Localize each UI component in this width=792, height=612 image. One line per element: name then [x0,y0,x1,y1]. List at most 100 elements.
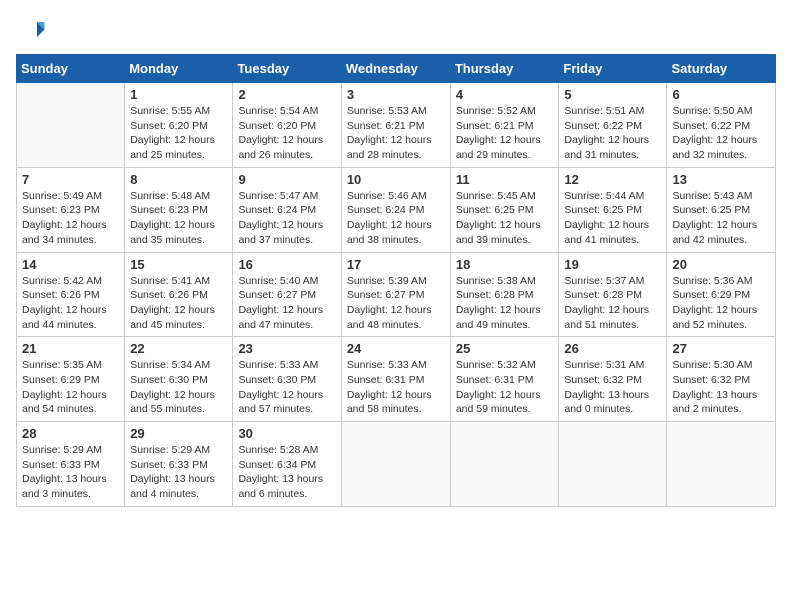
day-info: Sunrise: 5:30 AM Sunset: 6:32 PM Dayligh… [672,358,770,417]
header-sunday: Sunday [17,55,125,83]
day-info: Sunrise: 5:53 AM Sunset: 6:21 PM Dayligh… [347,104,445,163]
day-info: Sunrise: 5:41 AM Sunset: 6:26 PM Dayligh… [130,274,227,333]
calendar-cell: 21 Sunrise: 5:35 AM Sunset: 6:29 PM Dayli… [17,337,125,422]
header-wednesday: Wednesday [341,55,450,83]
day-number: 26 [564,341,661,356]
day-info: Sunrise: 5:31 AM Sunset: 6:32 PM Dayligh… [564,358,661,417]
calendar-cell: 8 Sunrise: 5:48 AM Sunset: 6:23 PM Daylig… [125,167,233,252]
day-info: Sunrise: 5:39 AM Sunset: 6:27 PM Dayligh… [347,274,445,333]
day-number: 29 [130,426,227,441]
day-info: Sunrise: 5:50 AM Sunset: 6:22 PM Dayligh… [672,104,770,163]
day-info: Sunrise: 5:28 AM Sunset: 6:34 PM Dayligh… [238,443,335,502]
week-row-3: 21 Sunrise: 5:35 AM Sunset: 6:29 PM Dayli… [17,337,776,422]
day-info: Sunrise: 5:40 AM Sunset: 6:27 PM Dayligh… [238,274,335,333]
day-info: Sunrise: 5:52 AM Sunset: 6:21 PM Dayligh… [456,104,554,163]
calendar-cell: 20 Sunrise: 5:36 AM Sunset: 6:29 PM Dayli… [667,252,776,337]
calendar-cell: 9Sunrise: 5:47 AM Sunset: 6:24 PM Daylig… [233,167,341,252]
calendar-cell: 10 Sunrise: 5:46 AM Sunset: 6:24 PM Dayli… [341,167,450,252]
day-info: Sunrise: 5:38 AM Sunset: 6:28 PM Dayligh… [456,274,554,333]
header-friday: Friday [559,55,667,83]
day-info: Sunrise: 5:49 AM Sunset: 6:23 PM Dayligh… [22,189,119,248]
day-number: 23 [238,341,335,356]
calendar-cell: 3Sunrise: 5:53 AM Sunset: 6:21 PM Daylig… [341,83,450,168]
day-info: Sunrise: 5:51 AM Sunset: 6:22 PM Dayligh… [564,104,661,163]
calendar-cell: 19 Sunrise: 5:37 AM Sunset: 6:28 PM Dayli… [559,252,667,337]
calendar-cell: 26 Sunrise: 5:31 AM Sunset: 6:32 PM Dayli… [559,337,667,422]
calendar-cell: 30 Sunrise: 5:28 AM Sunset: 6:34 PM Dayli… [233,422,341,507]
calendar-cell: 4 Sunrise: 5:52 AM Sunset: 6:21 PM Daylig… [450,83,559,168]
day-info: Sunrise: 5:46 AM Sunset: 6:24 PM Dayligh… [347,189,445,248]
day-info: Sunrise: 5:36 AM Sunset: 6:29 PM Dayligh… [672,274,770,333]
day-info: Sunrise: 5:29 AM Sunset: 6:33 PM Dayligh… [130,443,227,502]
day-number: 13 [672,172,770,187]
calendar-cell: 29 Sunrise: 5:29 AM Sunset: 6:33 PM Dayli… [125,422,233,507]
day-number: 7 [22,172,119,187]
calendar-cell: 11 Sunrise: 5:45 AM Sunset: 6:25 PM Dayli… [450,167,559,252]
day-info: Sunrise: 5:33 AM Sunset: 6:31 PM Dayligh… [347,358,445,417]
calendar-cell: 15Sunrise: 5:41 AM Sunset: 6:26 PM Dayli… [125,252,233,337]
day-number: 8 [130,172,227,187]
calendar-cell: 23 Sunrise: 5:33 AM Sunset: 6:30 PM Dayli… [233,337,341,422]
header-tuesday: Tuesday [233,55,341,83]
calendar-cell: 6Sunrise: 5:50 AM Sunset: 6:22 PM Daylig… [667,83,776,168]
day-info: Sunrise: 5:44 AM Sunset: 6:25 PM Dayligh… [564,189,661,248]
week-row-2: 14 Sunrise: 5:42 AM Sunset: 6:26 PM Dayli… [17,252,776,337]
calendar-cell [559,422,667,507]
day-number: 21 [22,341,119,356]
calendar-cell: 18 Sunrise: 5:38 AM Sunset: 6:28 PM Dayli… [450,252,559,337]
day-info: Sunrise: 5:55 AM Sunset: 6:20 PM Dayligh… [130,104,227,163]
week-row-1: 7 Sunrise: 5:49 AM Sunset: 6:23 PM Daylig… [17,167,776,252]
day-number: 17 [347,257,445,272]
day-info: Sunrise: 5:35 AM Sunset: 6:29 PM Dayligh… [22,358,119,417]
day-number: 11 [456,172,554,187]
calendar-cell [17,83,125,168]
header-monday: Monday [125,55,233,83]
day-info: Sunrise: 5:42 AM Sunset: 6:26 PM Dayligh… [22,274,119,333]
calendar-cell: 16Sunrise: 5:40 AM Sunset: 6:27 PM Dayli… [233,252,341,337]
calendar-cell: 5Sunrise: 5:51 AM Sunset: 6:22 PM Daylig… [559,83,667,168]
calendar-cell: 17 Sunrise: 5:39 AM Sunset: 6:27 PM Dayli… [341,252,450,337]
logo-icon [16,16,46,46]
page-header [16,16,776,46]
week-row-0: 1 Sunrise: 5:55 AM Sunset: 6:20 PM Daylig… [17,83,776,168]
day-info: Sunrise: 5:29 AM Sunset: 6:33 PM Dayligh… [22,443,119,502]
day-number: 20 [672,257,770,272]
day-number: 19 [564,257,661,272]
day-number: 30 [238,426,335,441]
calendar-cell: 2 Sunrise: 5:54 AM Sunset: 6:20 PM Daylig… [233,83,341,168]
calendar-cell: 27Sunrise: 5:30 AM Sunset: 6:32 PM Dayli… [667,337,776,422]
day-number: 1 [130,87,227,102]
day-info: Sunrise: 5:33 AM Sunset: 6:30 PM Dayligh… [238,358,335,417]
calendar-cell: 13 Sunrise: 5:43 AM Sunset: 6:25 PM Dayli… [667,167,776,252]
day-info: Sunrise: 5:43 AM Sunset: 6:25 PM Dayligh… [672,189,770,248]
day-info: Sunrise: 5:48 AM Sunset: 6:23 PM Dayligh… [130,189,227,248]
calendar-cell: 7 Sunrise: 5:49 AM Sunset: 6:23 PM Daylig… [17,167,125,252]
day-number: 10 [347,172,445,187]
day-number: 12 [564,172,661,187]
calendar-cell: 14 Sunrise: 5:42 AM Sunset: 6:26 PM Dayli… [17,252,125,337]
day-info: Sunrise: 5:54 AM Sunset: 6:20 PM Dayligh… [238,104,335,163]
calendar-cell [341,422,450,507]
day-info: Sunrise: 5:34 AM Sunset: 6:30 PM Dayligh… [130,358,227,417]
logo [16,16,50,46]
calendar-cell: 25 Sunrise: 5:32 AM Sunset: 6:31 PM Dayli… [450,337,559,422]
day-number: 9 [238,172,335,187]
day-number: 24 [347,341,445,356]
calendar-cell: 28Sunrise: 5:29 AM Sunset: 6:33 PM Dayli… [17,422,125,507]
day-number: 4 [456,87,554,102]
calendar-cell [667,422,776,507]
calendar-cell [450,422,559,507]
day-number: 14 [22,257,119,272]
day-number: 22 [130,341,227,356]
calendar-cell: 24 Sunrise: 5:33 AM Sunset: 6:31 PM Dayli… [341,337,450,422]
day-info: Sunrise: 5:45 AM Sunset: 6:25 PM Dayligh… [456,189,554,248]
day-info: Sunrise: 5:37 AM Sunset: 6:28 PM Dayligh… [564,274,661,333]
calendar-table: SundayMondayTuesdayWednesdayThursdayFrid… [16,54,776,507]
week-row-4: 28Sunrise: 5:29 AM Sunset: 6:33 PM Dayli… [17,422,776,507]
calendar-cell: 1 Sunrise: 5:55 AM Sunset: 6:20 PM Daylig… [125,83,233,168]
day-info: Sunrise: 5:32 AM Sunset: 6:31 PM Dayligh… [456,358,554,417]
header-thursday: Thursday [450,55,559,83]
day-number: 25 [456,341,554,356]
day-number: 18 [456,257,554,272]
day-number: 2 [238,87,335,102]
